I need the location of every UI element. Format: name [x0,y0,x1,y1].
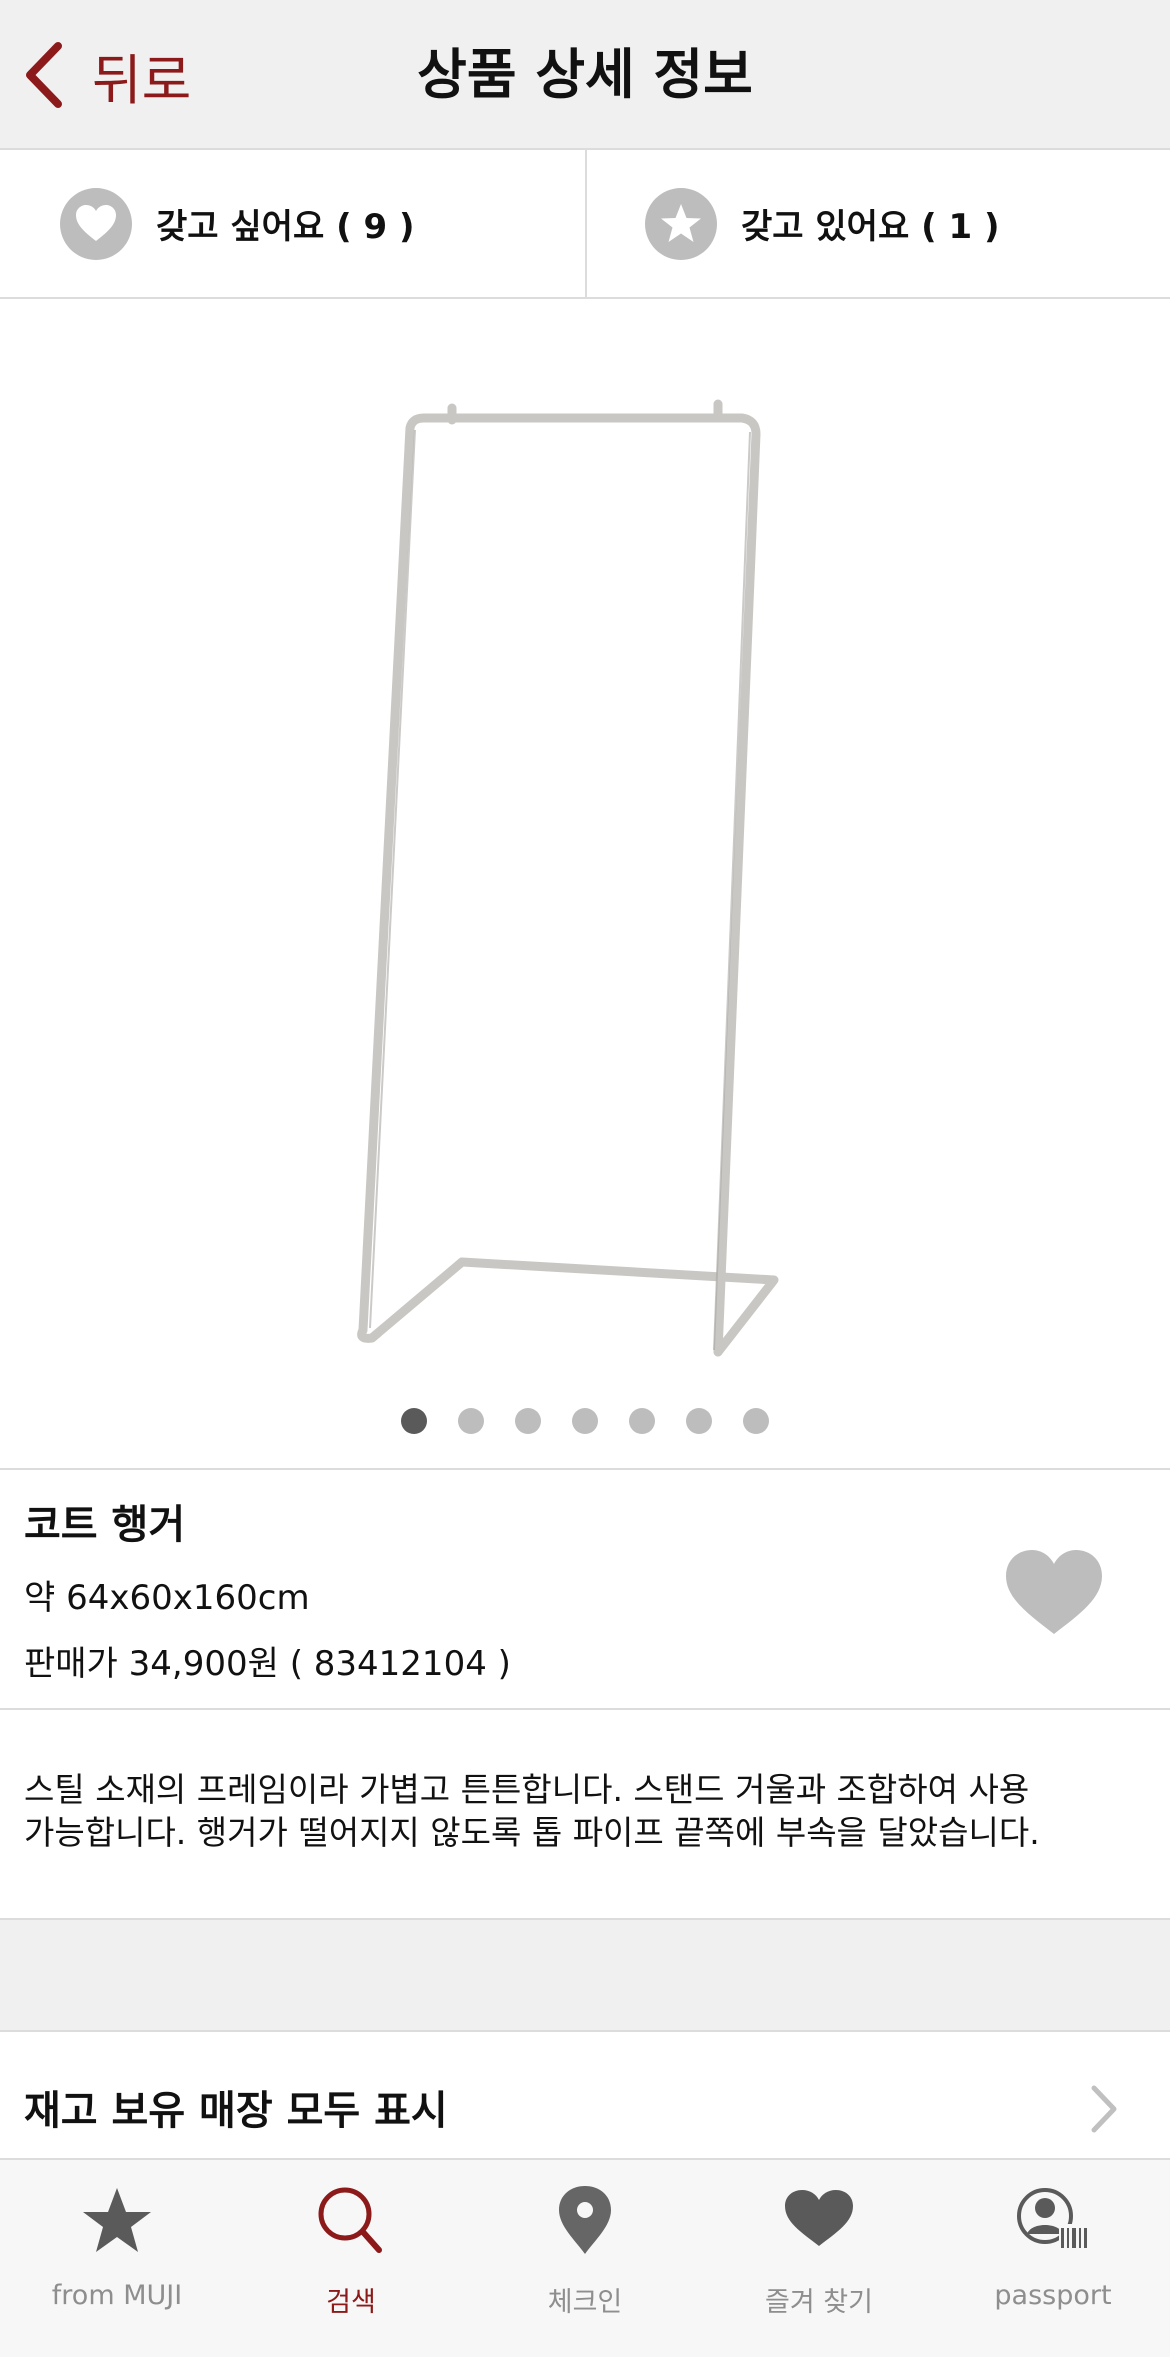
carousel-dot[interactable] [629,1408,655,1434]
product-price: 판매가 34,900원 ( 83412104 ) [24,1644,511,1684]
carousel-indicator [0,1408,1170,1438]
show-all-stores-button[interactable]: 재고 보유 매장 모두 표시 [0,2032,1170,2160]
tab-passport[interactable]: passport [936,2160,1170,2357]
product-info: 코트 행거 약 64x60x160cm 판매가 34,900원 ( 834121… [0,1468,1170,1710]
carousel-dot[interactable] [686,1408,712,1434]
tab-label: 검색 [326,2287,376,2318]
tab-checkin[interactable]: 체크인 [468,2160,702,2357]
want-label: 갖고 싶어요 ( 9 ) [156,207,415,247]
product-image[interactable] [0,300,1170,1400]
heart-icon [785,2190,853,2246]
star-icon [83,2188,151,2252]
description-line: 가능합니다. 행거가 떨어지지 않도록 톱 파이프 끝쪽에 부속을 달았습니다. [24,1813,1040,1852]
passport-icon [1017,2188,1091,2250]
favorite-heart-icon[interactable] [1004,1548,1104,1638]
search-icon [318,2187,382,2253]
tab-label: 체크인 [547,2287,623,2318]
product-description: 스틸 소재의 프레임이라 가볍고 튼튼합니다. 스탠드 거울과 조합하여 사용 … [0,1710,1170,1920]
page-title: 상품 상세 정보 [417,43,753,106]
heart-circle-icon [60,187,132,260]
product-name: 코트 행거 [24,1502,186,1548]
star-circle-icon [645,187,717,260]
tab-label: 즐겨 찾기 [765,2287,873,2318]
tab-label: passport [994,2280,1112,2311]
want-button[interactable]: 갖고 싶어요 ( 9 ) [0,150,585,297]
tab-label: from MUJI [51,2280,183,2311]
location-pin-icon [559,2186,611,2254]
have-label: 갖고 있어요 ( 1 ) [741,207,1000,247]
carousel-dot[interactable] [743,1408,769,1434]
carousel-dot[interactable] [458,1408,484,1434]
tab-favorites[interactable]: 즐겨 찾기 [702,2160,936,2357]
chevron-right-icon [1091,2085,1117,2133]
have-button[interactable]: 갖고 있어요 ( 1 ) [585,150,1170,297]
description-line: 스틸 소재의 프레임이라 가볍고 튼튼합니다. 스탠드 거울과 조합하여 사용 [24,1770,1030,1809]
tab-bar: from MUJI 검색 체크인 즐겨 찾기 passport [0,2160,1170,2357]
carousel-dot[interactable] [515,1408,541,1434]
section-spacer [0,1920,1170,2032]
navigation-bar: 뒤로 상품 상세 정보 [0,0,1170,150]
carousel-dot[interactable] [572,1408,598,1434]
ownership-actions: 갖고 싶어요 ( 9 ) 갖고 있어요 ( 1 ) [0,150,1170,299]
tab-from-muji[interactable]: from MUJI [0,2160,234,2357]
carousel-dot[interactable] [401,1408,427,1434]
tab-search[interactable]: 검색 [234,2160,468,2357]
coat-hanger-image [357,399,779,1357]
product-size: 약 64x60x160cm [24,1578,310,1618]
stores-label: 재고 보유 매장 모두 표시 [24,2088,448,2134]
